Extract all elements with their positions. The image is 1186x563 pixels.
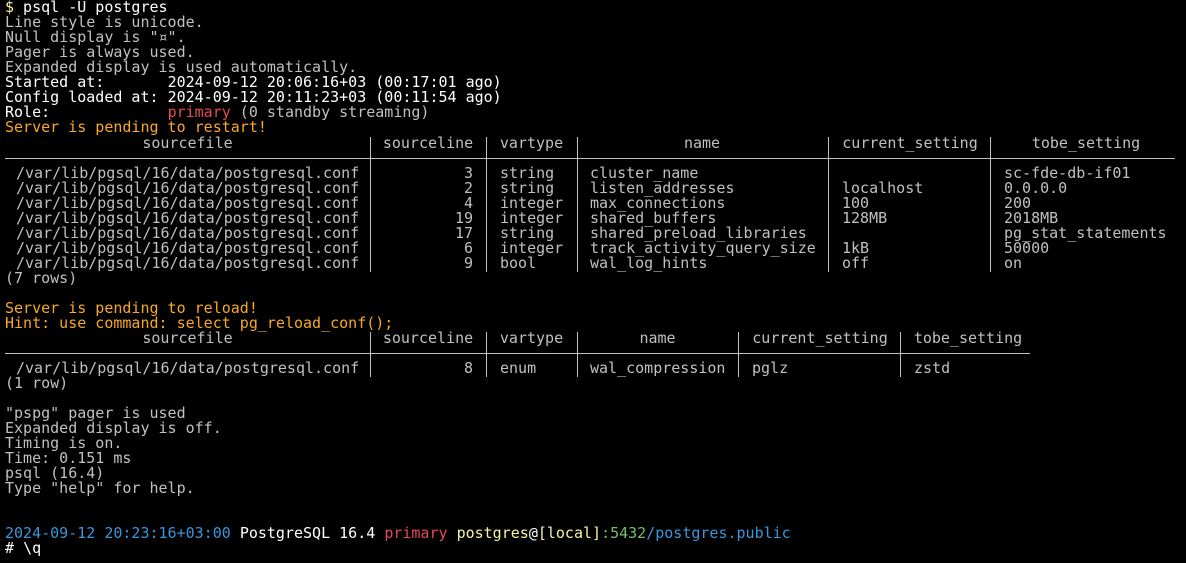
terminal-window[interactable]: { "prompt_cmd": { "sigil": "$", "command… bbox=[0, 0, 1186, 563]
col-header-sourcefile: sourcefile bbox=[142, 329, 233, 347]
col-header-current-setting: current_setting bbox=[752, 329, 888, 347]
cell-name: wal_log_hints bbox=[590, 254, 708, 272]
col-header-sourceline: sourceline bbox=[382, 134, 474, 152]
col-header-tobe-setting: tobe_setting bbox=[1031, 134, 1141, 152]
prompt-user: postgres bbox=[456, 524, 529, 542]
column-separator bbox=[486, 332, 487, 377]
restart-warning: Server is pending to restart! bbox=[5, 118, 267, 136]
column-separator bbox=[990, 137, 991, 272]
cell-current-setting: 128MB bbox=[842, 209, 888, 227]
prompt-port: :5432 bbox=[601, 524, 647, 542]
cell-current-setting: off bbox=[842, 254, 870, 272]
col-header-vartype: vartype bbox=[499, 329, 564, 347]
psql-prompt: 2024-09-12 20:23:16+03:00 PostgreSQL 16.… bbox=[5, 526, 791, 541]
cell-sourceline: 2 bbox=[463, 179, 473, 197]
cell-sourceline: 9 bbox=[463, 254, 473, 272]
col-header-name: name bbox=[639, 329, 676, 347]
cell-tobe-setting: zstd bbox=[914, 359, 951, 377]
prompt-sigil: # bbox=[5, 539, 24, 557]
help-info: Type "help" for help. bbox=[5, 479, 195, 497]
column-separator bbox=[370, 137, 371, 272]
column-separator bbox=[828, 137, 829, 272]
col-header-tobe-setting: tobe_setting bbox=[913, 329, 1023, 347]
prompt-at: @ bbox=[528, 524, 538, 542]
command-input[interactable]: \q bbox=[23, 539, 41, 557]
cell-tobe-setting: on bbox=[1004, 254, 1023, 272]
prompt-server: PostgreSQL 16.4 bbox=[239, 524, 376, 542]
prompt-host: [local] bbox=[537, 524, 602, 542]
col-header-current-setting: current_setting bbox=[842, 134, 978, 152]
row-count: (7 rows) bbox=[5, 269, 78, 287]
column-separator bbox=[900, 332, 901, 377]
cell-sourceline: 3 bbox=[463, 164, 473, 182]
header-divider bbox=[5, 158, 1175, 159]
cell-sourceline: 6 bbox=[463, 239, 473, 257]
cell-vartype: bool bbox=[500, 254, 537, 272]
cell-current-setting: pglz bbox=[752, 359, 789, 377]
column-separator bbox=[577, 332, 578, 377]
column-separator bbox=[738, 332, 739, 377]
col-header-name: name bbox=[683, 134, 721, 152]
col-header-sourcefile: sourcefile bbox=[142, 134, 233, 152]
col-header-vartype: vartype bbox=[499, 134, 564, 152]
col-header-sourceline: sourceline bbox=[382, 329, 474, 347]
column-separator bbox=[370, 332, 371, 377]
cell-vartype: enum bbox=[500, 359, 537, 377]
cell-sourceline: 17 bbox=[454, 224, 473, 242]
command-input-line[interactable]: # \q bbox=[5, 541, 41, 556]
prompt-database: /postgres.public bbox=[646, 524, 791, 542]
cell-sourceline: 8 bbox=[463, 359, 473, 377]
header-divider bbox=[5, 353, 1030, 354]
column-separator bbox=[577, 137, 578, 272]
column-separator bbox=[486, 137, 487, 272]
prompt-role: primary bbox=[384, 524, 448, 542]
row-count: (1 row) bbox=[5, 374, 69, 392]
cell-name: wal_compression bbox=[590, 359, 726, 377]
